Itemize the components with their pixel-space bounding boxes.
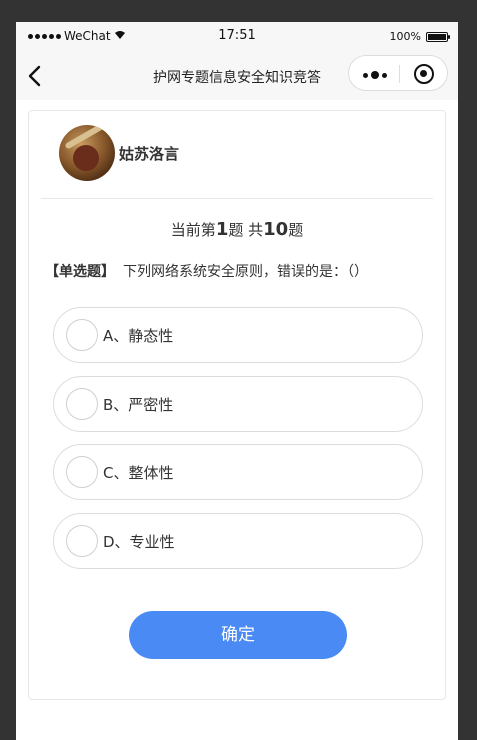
confirm-button[interactable]: 确定	[129, 611, 347, 659]
battery-icon	[426, 31, 450, 42]
battery-percent: 100%	[389, 30, 421, 43]
battery-info: 100%	[389, 30, 450, 43]
radio-icon[interactable]	[66, 525, 98, 557]
option-label: A、静态性	[103, 326, 174, 345]
radio-icon[interactable]	[66, 319, 98, 351]
question-progress: 当前第1题 共10题	[29, 219, 445, 240]
option-label: B、严密性	[103, 395, 174, 414]
progress-suffix: 题	[288, 221, 304, 239]
option-label: C、整体性	[103, 463, 174, 482]
nav-bar: 护网专题信息安全知识竞答	[16, 52, 458, 100]
avatar	[59, 125, 115, 181]
option-c[interactable]: C、整体性	[53, 444, 423, 500]
option-label: D、专业性	[103, 532, 175, 551]
user-header: 姑苏洛言	[59, 125, 179, 181]
quiz-card: 姑苏洛言 当前第1题 共10题 【单选题】 下列网络系统安全原则，错误的是：（） …	[28, 110, 446, 700]
radio-icon[interactable]	[66, 456, 98, 488]
question-text: 【单选题】 下列网络系统安全原则，错误的是：（）	[45, 261, 368, 281]
progress-mid: 题 共	[228, 221, 264, 239]
question-body: 下列网络系统安全原则，错误的是：（）	[123, 264, 368, 280]
progress-total: 10	[263, 219, 289, 240]
option-a[interactable]: A、静态性	[53, 307, 423, 363]
option-b[interactable]: B、严密性	[53, 376, 423, 432]
radio-icon[interactable]	[66, 388, 98, 420]
target-icon[interactable]	[414, 64, 434, 84]
question-type: 【单选题】	[45, 264, 115, 280]
status-bar: WeChat 17:51 100%	[16, 22, 458, 52]
phone-screen: WeChat 17:51 100% 护网专题信息安全知识竞答 姑苏洛言 当前第1…	[16, 22, 458, 740]
progress-prefix: 当前第	[170, 221, 216, 239]
username: 姑苏洛言	[119, 144, 180, 163]
capsule-menu	[348, 55, 448, 91]
option-d[interactable]: D、专业性	[53, 513, 423, 569]
progress-current: 1	[215, 219, 229, 240]
more-dots-icon[interactable]	[363, 71, 387, 79]
divider	[41, 198, 433, 199]
capsule-divider	[399, 65, 400, 83]
